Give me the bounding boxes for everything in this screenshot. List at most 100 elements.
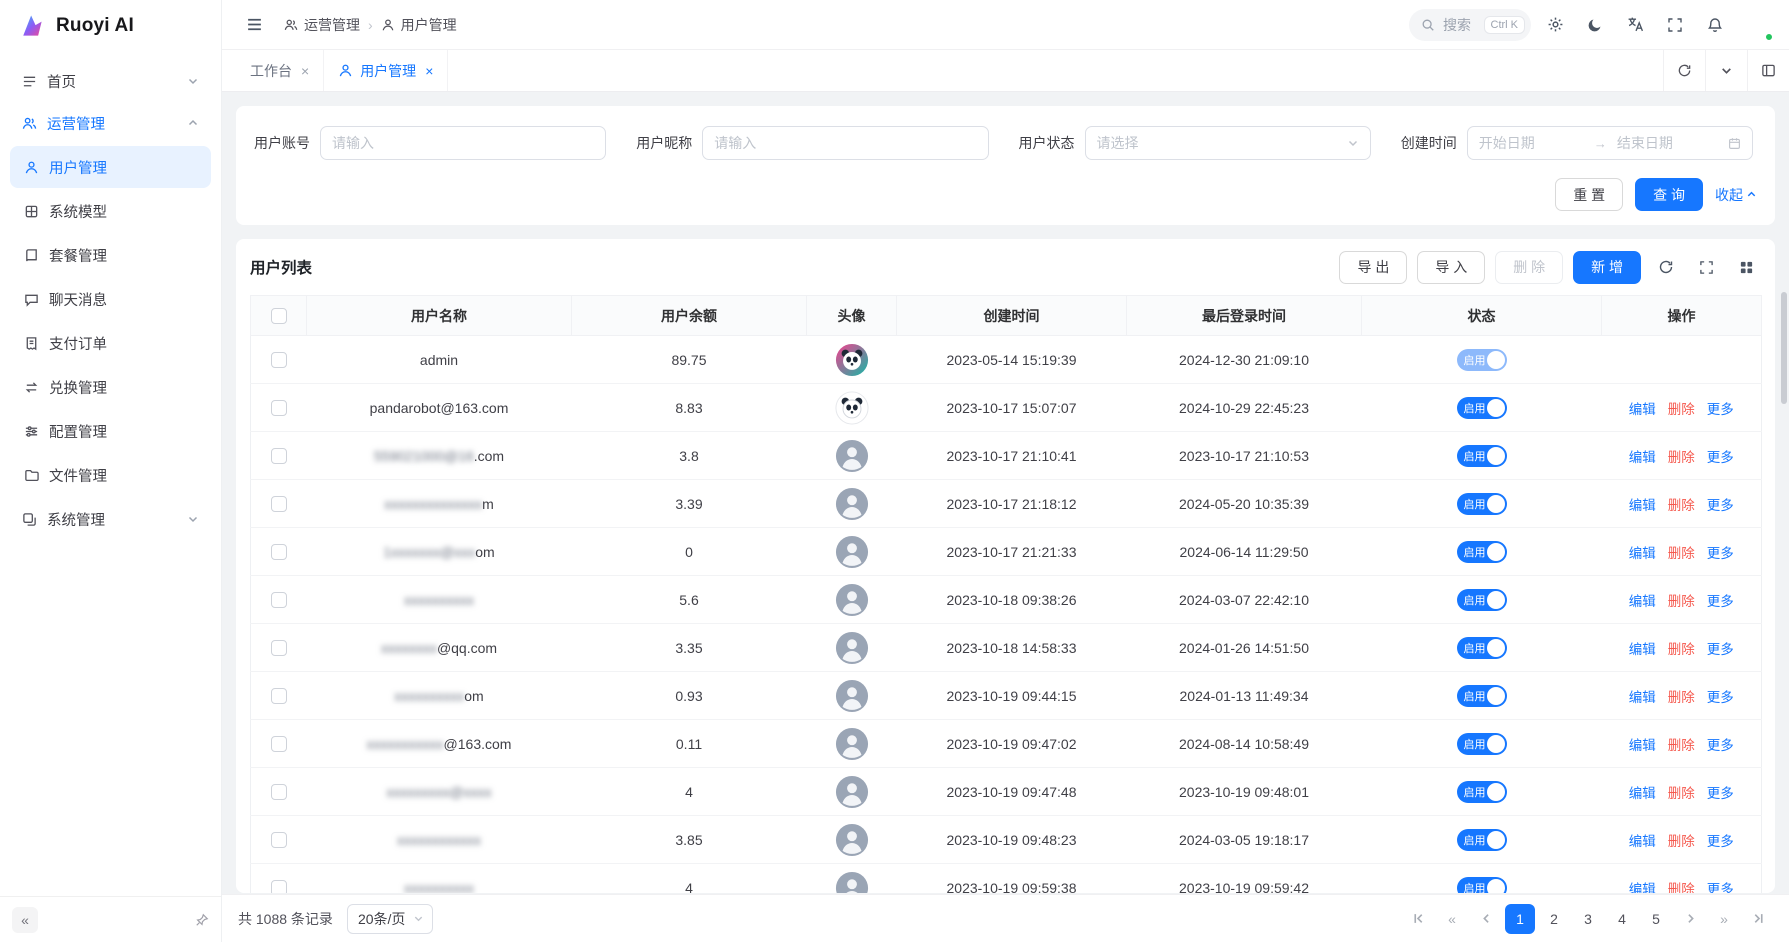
more-link[interactable]: 更多 [1707,882,1734,894]
row-checkbox[interactable] [271,832,287,848]
edit-link[interactable]: 编辑 [1629,690,1656,705]
breadcrumb-user-management[interactable]: 用户管理 [381,15,457,35]
edit-link[interactable]: 编辑 [1629,546,1656,561]
status-toggle[interactable]: 启用 [1457,685,1507,707]
more-link[interactable]: 更多 [1707,402,1734,417]
row-checkbox[interactable] [271,544,287,560]
prev-group-icon[interactable]: « [1437,904,1467,934]
delete-link[interactable]: 删除 [1668,498,1695,513]
global-search-input[interactable]: 搜索 Ctrl K [1409,9,1531,41]
status-toggle[interactable]: 启用 [1457,397,1507,419]
layout-icon[interactable] [1747,50,1789,91]
more-link[interactable]: 更多 [1707,450,1734,465]
column-header[interactable]: 用户余额 [572,296,807,336]
breadcrumb-operations[interactable]: 运营管理 [284,15,360,35]
row-checkbox[interactable] [271,784,287,800]
more-link[interactable]: 更多 [1707,546,1734,561]
status-toggle[interactable]: 启用 [1457,877,1507,894]
sidebar-collapse-button[interactable]: « [12,907,38,933]
fullscreen-icon[interactable] [1659,9,1691,41]
tab-workbench[interactable]: 工作台× [236,50,324,91]
settings-gear-icon[interactable] [1539,9,1571,41]
user-avatar[interactable] [1739,8,1773,42]
row-checkbox[interactable] [271,352,287,368]
import-button[interactable]: 导 入 [1417,251,1485,284]
more-link[interactable]: 更多 [1707,642,1734,657]
sidebar-item-system-model[interactable]: 系统模型 [10,190,211,232]
column-header[interactable]: 创建时间 [897,296,1127,336]
status-toggle[interactable]: 启用 [1457,637,1507,659]
page-size-select[interactable]: 20条/页 [347,904,433,934]
sidebar-item-chat-messages[interactable]: 聊天消息 [10,278,211,320]
edit-link[interactable]: 编辑 [1629,498,1656,513]
edit-link[interactable]: 编辑 [1629,402,1656,417]
date-range-picker[interactable]: 开始日期 → 结束日期 [1467,126,1753,160]
delete-link[interactable]: 删除 [1668,738,1695,753]
delete-link[interactable]: 删除 [1668,642,1695,657]
delete-link[interactable]: 删除 [1668,786,1695,801]
more-link[interactable]: 更多 [1707,594,1734,609]
status-toggle[interactable]: 启用 [1457,445,1507,467]
prev-page-icon[interactable] [1471,904,1501,934]
column-settings-grid-icon[interactable] [1731,252,1761,282]
status-toggle[interactable]: 启用 [1457,589,1507,611]
next-group-icon[interactable]: » [1709,904,1739,934]
delete-link[interactable]: 删除 [1668,594,1695,609]
close-icon[interactable]: × [425,64,433,78]
delete-link[interactable]: 删除 [1668,450,1695,465]
status-toggle[interactable]: 启用 [1457,733,1507,755]
delete-link[interactable]: 删除 [1668,690,1695,705]
page-number-4[interactable]: 4 [1607,904,1637,934]
sidebar-item-system[interactable]: 系统管理 [10,498,211,540]
sidebar-item-file-management[interactable]: 文件管理 [10,454,211,496]
sidebar-item-package-management[interactable]: 套餐管理 [10,234,211,276]
translate-icon[interactable] [1619,9,1651,41]
more-link[interactable]: 更多 [1707,834,1734,849]
reset-button[interactable]: 重 置 [1555,178,1623,211]
row-checkbox[interactable] [271,736,287,752]
chevron-down-icon[interactable] [1705,50,1747,91]
nickname-input[interactable] [714,135,976,151]
page-number-3[interactable]: 3 [1573,904,1603,934]
status-toggle[interactable]: 启用 [1457,829,1507,851]
fullscreen-icon[interactable] [1691,252,1721,282]
column-header[interactable]: 用户名称 [307,296,572,336]
page-number-2[interactable]: 2 [1539,904,1569,934]
sidebar-item-exchange-management[interactable]: 兑换管理 [10,366,211,408]
more-link[interactable]: 更多 [1707,738,1734,753]
delete-link[interactable]: 删除 [1668,834,1695,849]
row-checkbox[interactable] [271,640,287,656]
column-header[interactable]: 头像 [807,296,897,336]
query-button[interactable]: 查 询 [1635,178,1703,211]
pin-icon[interactable] [195,913,209,927]
more-link[interactable]: 更多 [1707,498,1734,513]
collapse-filter-link[interactable]: 收起 [1715,185,1757,205]
app-logo[interactable]: Ruoyi AI [0,0,221,52]
select-all-checkbox[interactable] [271,308,287,324]
edit-link[interactable]: 编辑 [1629,642,1656,657]
close-icon[interactable]: × [301,64,309,78]
column-header[interactable]: 最后登录时间 [1127,296,1362,336]
sidebar-item-home[interactable]: 首页 [10,60,211,102]
status-toggle[interactable]: 启用 [1457,781,1507,803]
add-button[interactable]: 新 增 [1573,251,1641,284]
column-header[interactable]: 状态 [1362,296,1602,336]
delete-link[interactable]: 删除 [1668,546,1695,561]
last-page-icon[interactable] [1743,904,1773,934]
refresh-icon[interactable] [1651,252,1681,282]
status-select[interactable]: 请选择 [1085,126,1371,160]
edit-link[interactable]: 编辑 [1629,834,1656,849]
sidebar-item-operations[interactable]: 运营管理 [10,102,211,144]
status-toggle[interactable]: 启用 [1457,493,1507,515]
row-checkbox[interactable] [271,400,287,416]
dark-mode-moon-icon[interactable] [1579,9,1611,41]
more-link[interactable]: 更多 [1707,690,1734,705]
menu-toggle-icon[interactable] [238,9,270,41]
delete-button[interactable]: 删 除 [1495,251,1563,284]
row-checkbox[interactable] [271,448,287,464]
edit-link[interactable]: 编辑 [1629,450,1656,465]
row-checkbox[interactable] [271,496,287,512]
sidebar-item-config-management[interactable]: 配置管理 [10,410,211,452]
first-page-icon[interactable] [1403,904,1433,934]
sidebar-item-payment-orders[interactable]: 支付订单 [10,322,211,364]
